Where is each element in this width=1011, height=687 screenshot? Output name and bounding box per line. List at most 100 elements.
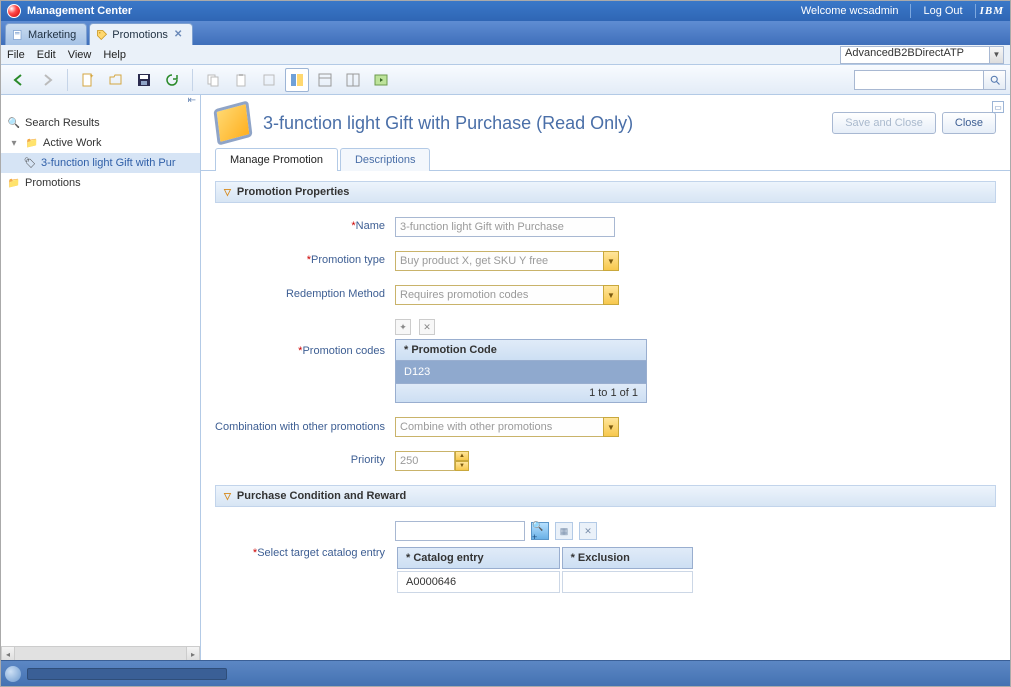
catalog-row[interactable]: A0000646 bbox=[397, 571, 693, 593]
search-button[interactable] bbox=[984, 70, 1006, 90]
collapse-icon[interactable]: ▽ bbox=[224, 491, 231, 502]
save-close-button[interactable]: Save and Close bbox=[832, 112, 936, 134]
menu-bar: File Edit View Help AdvancedB2BDirectATP… bbox=[1, 45, 1010, 65]
cut-button[interactable] bbox=[257, 68, 281, 92]
catalog-btn-2[interactable]: ▦ bbox=[555, 522, 573, 540]
explorer-sidebar: ⇤ 🔍 Search Results ▾ 📁 Active Work 🏷 3-f… bbox=[1, 95, 201, 660]
tag-icon bbox=[96, 29, 108, 41]
label-type: Promotion type bbox=[311, 254, 385, 266]
catalog-col-exclusion[interactable]: * Exclusion bbox=[562, 547, 693, 569]
new-code-icon[interactable]: ✦ bbox=[395, 319, 411, 335]
paste-button[interactable] bbox=[229, 68, 253, 92]
priority-stepper[interactable]: ▲ ▼ bbox=[455, 451, 469, 471]
refresh-button[interactable] bbox=[160, 68, 184, 92]
spin-down-icon[interactable]: ▼ bbox=[455, 461, 469, 471]
redemption-select[interactable]: Requires promotion codes bbox=[395, 285, 603, 305]
collapse-icon[interactable]: ▽ bbox=[224, 187, 231, 198]
layout-2-button[interactable] bbox=[341, 68, 365, 92]
page-icon bbox=[12, 29, 24, 41]
tree-active-item[interactable]: 🏷 3-function light Gift with Pur bbox=[1, 153, 200, 173]
tree-label: Promotions bbox=[25, 177, 81, 189]
section-title: Purchase Condition and Reward bbox=[237, 490, 406, 502]
spin-up-icon[interactable]: ▲ bbox=[455, 451, 469, 461]
back-button[interactable] bbox=[7, 68, 31, 92]
scroll-right-icon[interactable]: ▸ bbox=[186, 647, 200, 661]
tree-promotions[interactable]: 📁 Promotions bbox=[1, 173, 200, 193]
type-select[interactable]: Buy product X, get SKU Y free bbox=[395, 251, 603, 271]
sidebar-h-scroll[interactable]: ◂ ▸ bbox=[1, 646, 200, 660]
tab-manage-promotion[interactable]: Manage Promotion bbox=[215, 148, 338, 171]
menu-file[interactable]: File bbox=[7, 49, 25, 61]
explorer-tree: 🔍 Search Results ▾ 📁 Active Work 🏷 3-fun… bbox=[1, 109, 200, 646]
codes-table: * Promotion Code D123 1 to 1 of 1 bbox=[395, 339, 647, 403]
scroll-left-icon[interactable]: ◂ bbox=[1, 647, 15, 661]
tab-descriptions[interactable]: Descriptions bbox=[340, 148, 431, 171]
toolbar: ✦ bbox=[1, 65, 1010, 95]
tab-label: Promotions bbox=[112, 29, 168, 41]
search-icon: 🔍 bbox=[7, 116, 21, 130]
page-title: 3-function light Gift with Purchase (Rea… bbox=[263, 113, 826, 134]
priority-field[interactable] bbox=[395, 451, 455, 471]
copy-button[interactable] bbox=[201, 68, 225, 92]
tree-label: 3-function light Gift with Pur bbox=[41, 157, 176, 169]
app-title: Management Center bbox=[27, 5, 132, 17]
codes-header[interactable]: * Promotion Code bbox=[396, 340, 646, 361]
close-button[interactable]: Close bbox=[942, 112, 996, 134]
tab-close-icon[interactable]: ✕ bbox=[174, 29, 182, 40]
search-input[interactable] bbox=[854, 70, 984, 90]
save-button[interactable] bbox=[132, 68, 156, 92]
codes-row[interactable]: D123 bbox=[396, 361, 646, 384]
preview-button[interactable] bbox=[369, 68, 393, 92]
chevron-down-icon[interactable]: ▼ bbox=[990, 46, 1004, 64]
new-button[interactable]: ✦ bbox=[76, 68, 100, 92]
label-redemption: Redemption Method bbox=[286, 288, 385, 300]
store-selector[interactable]: AdvancedB2BDirectATP ▼ bbox=[840, 46, 1004, 64]
catalog-search-input[interactable] bbox=[395, 521, 525, 541]
folder-icon: 📁 bbox=[25, 136, 39, 150]
tag-icon: 🏷 bbox=[23, 156, 37, 170]
tree-search-results[interactable]: 🔍 Search Results bbox=[1, 113, 200, 133]
menu-help[interactable]: Help bbox=[103, 49, 126, 61]
catalog-table: * Catalog entry * Exclusion A0000646 bbox=[395, 545, 695, 595]
menu-edit[interactable]: Edit bbox=[37, 49, 56, 61]
promotion-icon bbox=[213, 100, 252, 145]
combo-select[interactable]: Combine with other promotions bbox=[395, 417, 603, 437]
forward-button[interactable] bbox=[35, 68, 59, 92]
expand-icon[interactable]: ▾ bbox=[7, 136, 21, 150]
close-editor-icon[interactable]: ▭ bbox=[992, 101, 1004, 113]
catalog-cell: A0000646 bbox=[397, 571, 560, 593]
tree-label: Active Work bbox=[43, 137, 101, 149]
tab-marketing[interactable]: Marketing bbox=[5, 23, 87, 45]
delete-code-icon[interactable]: ✕ bbox=[419, 319, 435, 335]
app-header: Management Center Welcome wcsadmin Log O… bbox=[1, 1, 1010, 21]
chevron-down-icon[interactable]: ▼ bbox=[603, 251, 619, 271]
open-button[interactable] bbox=[104, 68, 128, 92]
label-priority: Priority bbox=[351, 454, 385, 466]
collapse-icon[interactable]: ⇤ bbox=[188, 95, 196, 109]
codes-footer: 1 to 1 of 1 bbox=[396, 384, 646, 402]
button-4[interactable] bbox=[285, 68, 309, 92]
ibm-logo: IBM bbox=[980, 5, 1004, 17]
section-purchase-condition[interactable]: ▽ Purchase Condition and Reward bbox=[215, 485, 996, 507]
name-field bbox=[395, 217, 615, 237]
editor-area: ▭ 3-function light Gift with Purchase (R… bbox=[201, 95, 1010, 660]
chevron-down-icon[interactable]: ▼ bbox=[603, 417, 619, 437]
tab-promotions[interactable]: Promotions ✕ bbox=[89, 23, 193, 45]
catalog-cell-exclusion bbox=[562, 571, 693, 593]
label-codes: Promotion codes bbox=[302, 345, 385, 357]
menu-view[interactable]: View bbox=[68, 49, 92, 61]
section-title: Promotion Properties bbox=[237, 186, 349, 198]
chevron-down-icon[interactable]: ▼ bbox=[603, 285, 619, 305]
find-add-button[interactable]: 🔍+ bbox=[531, 522, 549, 540]
welcome-text: Welcome wcsadmin bbox=[801, 5, 899, 17]
section-promotion-properties[interactable]: ▽ Promotion Properties bbox=[215, 181, 996, 203]
tree-active-work[interactable]: ▾ 📁 Active Work bbox=[1, 133, 200, 153]
catalog-col-entry[interactable]: * Catalog entry bbox=[397, 547, 560, 569]
progress-track bbox=[27, 668, 227, 680]
folder-icon: 📁 bbox=[7, 176, 21, 190]
status-orb-icon bbox=[5, 666, 21, 682]
logout-link[interactable]: Log Out bbox=[923, 5, 962, 17]
form-scroller[interactable]: ▽ Promotion Properties *Name *Promotion … bbox=[201, 171, 1010, 660]
layout-1-button[interactable] bbox=[313, 68, 337, 92]
catalog-btn-3[interactable]: ✕ bbox=[579, 522, 597, 540]
